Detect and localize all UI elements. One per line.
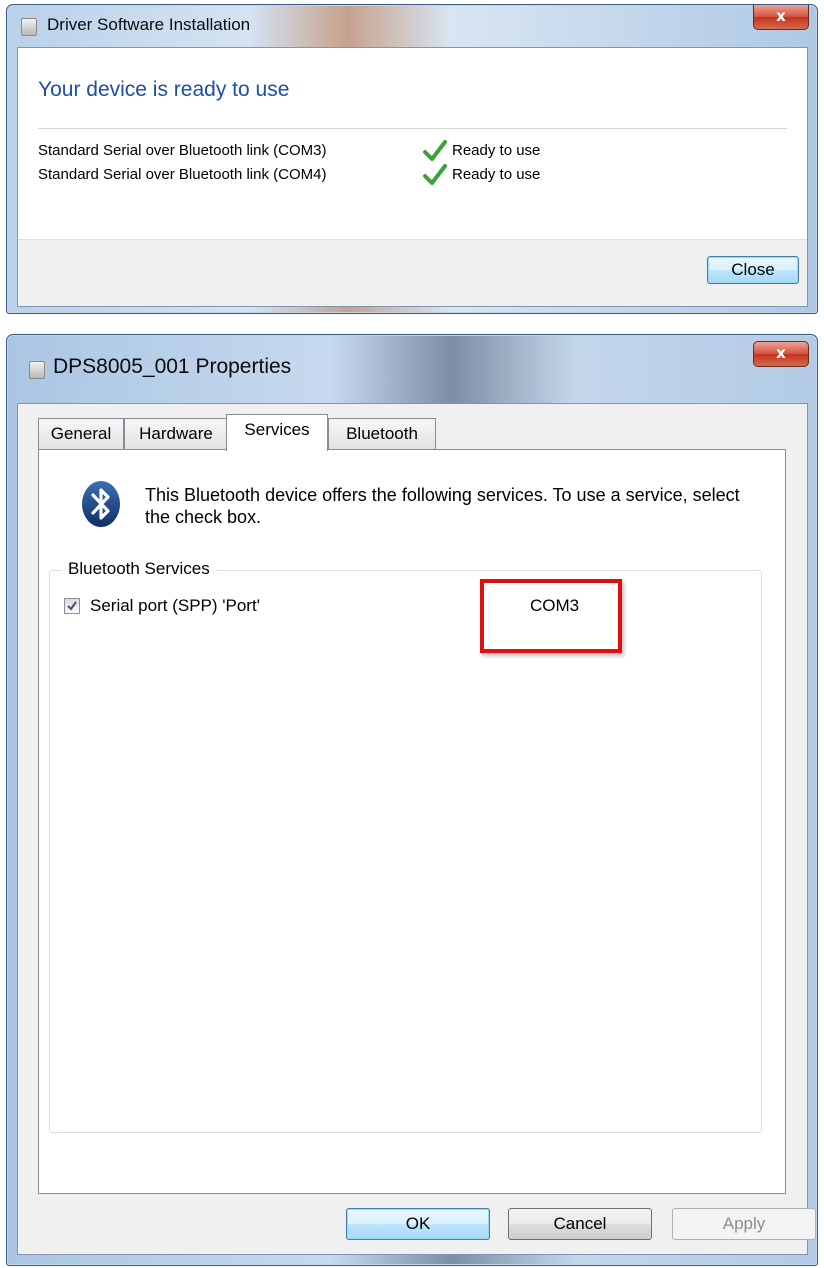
list-item: Standard Serial over Bluetooth link (COM…: [38, 164, 638, 186]
tab-services[interactable]: Services: [226, 414, 328, 451]
services-tab-page: This Bluetooth device offers the followi…: [38, 449, 786, 1194]
dialog-footer: Close: [18, 239, 807, 306]
service-label[interactable]: Serial port (SPP) 'Port': [90, 596, 260, 616]
list-item: Standard Serial over Bluetooth link (COM…: [38, 140, 638, 162]
device-name: Standard Serial over Bluetooth link (COM…: [38, 142, 327, 159]
port-highlight-box: [480, 579, 622, 653]
page-title: Your device is ready to use: [38, 78, 290, 101]
title-bar[interactable]: Driver Software Installation x: [7, 5, 817, 45]
dialog-body: General Hardware Services Bluetooth This…: [17, 403, 816, 1255]
driver-install-window: Driver Software Installation x Your devi…: [6, 4, 818, 314]
green-check-icon: [423, 164, 447, 185]
group-label: Bluetooth Services: [62, 559, 216, 579]
device-status: Ready to use: [452, 142, 541, 159]
ok-button[interactable]: OK: [346, 1208, 490, 1240]
close-button[interactable]: Close: [707, 256, 799, 284]
window-title: DPS8005_001 Properties: [53, 355, 292, 378]
service-port: COM3: [530, 596, 580, 615]
apply-button[interactable]: Apply: [672, 1208, 816, 1240]
green-check-icon: [423, 140, 447, 161]
tab-hardware[interactable]: Hardware: [124, 418, 228, 449]
service-checkbox[interactable]: [64, 598, 80, 614]
dialog-body: Your device is ready to use Standard Ser…: [17, 47, 808, 307]
divider: [38, 128, 787, 129]
tab-general[interactable]: General: [38, 418, 124, 449]
device-name: Standard Serial over Bluetooth link (COM…: [38, 166, 327, 183]
cancel-button[interactable]: Cancel: [508, 1208, 652, 1240]
window-close-button[interactable]: x: [753, 341, 809, 367]
bluetooth-services-group: Bluetooth Services Serial port (SPP) 'Po…: [49, 559, 762, 1133]
tab-bluetooth[interactable]: Bluetooth: [328, 418, 436, 449]
checkmark-icon: [67, 601, 77, 611]
properties-window: DPS8005_001 Properties x General Hardwar…: [6, 334, 818, 1266]
window-close-button[interactable]: x: [753, 5, 809, 30]
bluetooth-icon: [82, 481, 120, 527]
window-title: Driver Software Installation: [47, 15, 251, 34]
device-icon: [29, 361, 45, 379]
device-status: Ready to use: [452, 166, 541, 183]
title-bar[interactable]: DPS8005_001 Properties x: [7, 335, 817, 379]
tab-strip: General Hardware Services Bluetooth: [38, 414, 638, 451]
device-icon: [21, 18, 37, 36]
services-description: This Bluetooth device offers the followi…: [145, 485, 740, 527]
